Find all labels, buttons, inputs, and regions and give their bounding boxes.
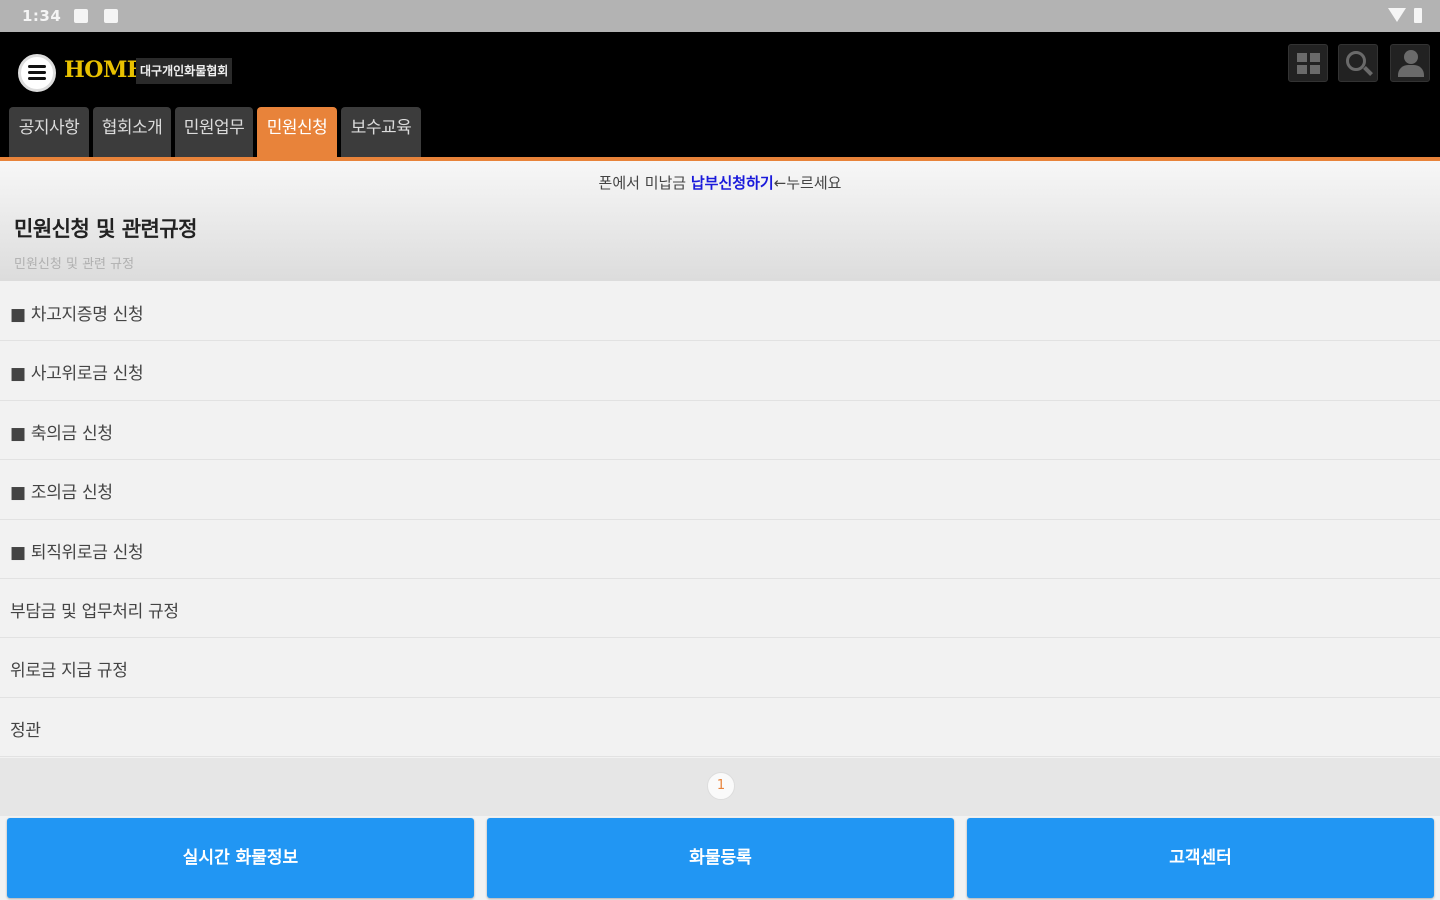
breadcrumb: 민원신청 및 관련 규정	[14, 257, 135, 272]
tab-training[interactable]: 보수교육	[341, 107, 421, 159]
grid-icon	[1297, 53, 1321, 75]
status-bar: 1:34	[0, 0, 1440, 32]
list-item-retirement[interactable]: ■ 퇴직위로금 신청	[0, 519, 1440, 579]
page-number[interactable]: 1	[707, 772, 735, 800]
image-notification-icon	[74, 9, 88, 23]
payment-request-link[interactable]: 납부신청하기	[691, 174, 774, 192]
wifi-icon	[1388, 8, 1406, 22]
freight-register-button[interactable]: 화물등록	[487, 818, 954, 898]
payment-notice: 폰에서 미납금 납부신청하기←누르세요	[598, 174, 842, 192]
list-item-articles[interactable]: 정관	[0, 697, 1440, 758]
user-icon	[1404, 50, 1418, 64]
tab-about[interactable]: 협회소개	[93, 107, 171, 159]
tab-civil-affairs[interactable]: 민원업무	[175, 107, 253, 159]
battery-icon	[1414, 8, 1422, 23]
search-button[interactable]	[1338, 44, 1378, 82]
list-item-garage-certificate[interactable]: ■ 차고지증명 신청	[0, 282, 1440, 342]
app-header: HOME 대구개인화물협회 공지사항 협회소개 민원업무 민원신청 보수교육	[0, 32, 1440, 159]
list-item-fee-regulation[interactable]: 부담금 및 업무처리 규정	[0, 578, 1440, 639]
application-list: ■ 차고지증명 신청 ■ 사고위로금 신청 ■ 축의금 신청 ■ 조의금 신청 …	[0, 282, 1440, 758]
grid-menu-button[interactable]	[1288, 44, 1328, 82]
user-button[interactable]	[1390, 44, 1430, 82]
realtime-freight-button[interactable]: 실시간 화물정보	[7, 818, 474, 898]
home-logo[interactable]: HOME	[64, 57, 144, 83]
page-title: 민원신청 및 관련규정	[14, 217, 198, 241]
tab-civil-application[interactable]: 민원신청	[257, 107, 337, 159]
list-item-consolation-regulation[interactable]: 위로금 지급 규정	[0, 638, 1440, 698]
tab-notice[interactable]: 공지사항	[9, 107, 89, 159]
org-name: 대구개인화물협회	[136, 58, 233, 84]
customer-center-button[interactable]: 고객센터	[967, 818, 1434, 898]
pagination: 1	[0, 758, 1440, 816]
list-item-condolence[interactable]: ■ 조의금 신청	[0, 460, 1440, 520]
facebook-notification-icon	[104, 9, 118, 23]
list-item-congratulatory[interactable]: ■ 축의금 신청	[0, 400, 1440, 461]
menu-icon[interactable]	[18, 54, 56, 92]
list-item-accident-consolation[interactable]: ■ 사고위로금 신청	[0, 341, 1440, 401]
status-time: 1:34	[22, 7, 62, 25]
